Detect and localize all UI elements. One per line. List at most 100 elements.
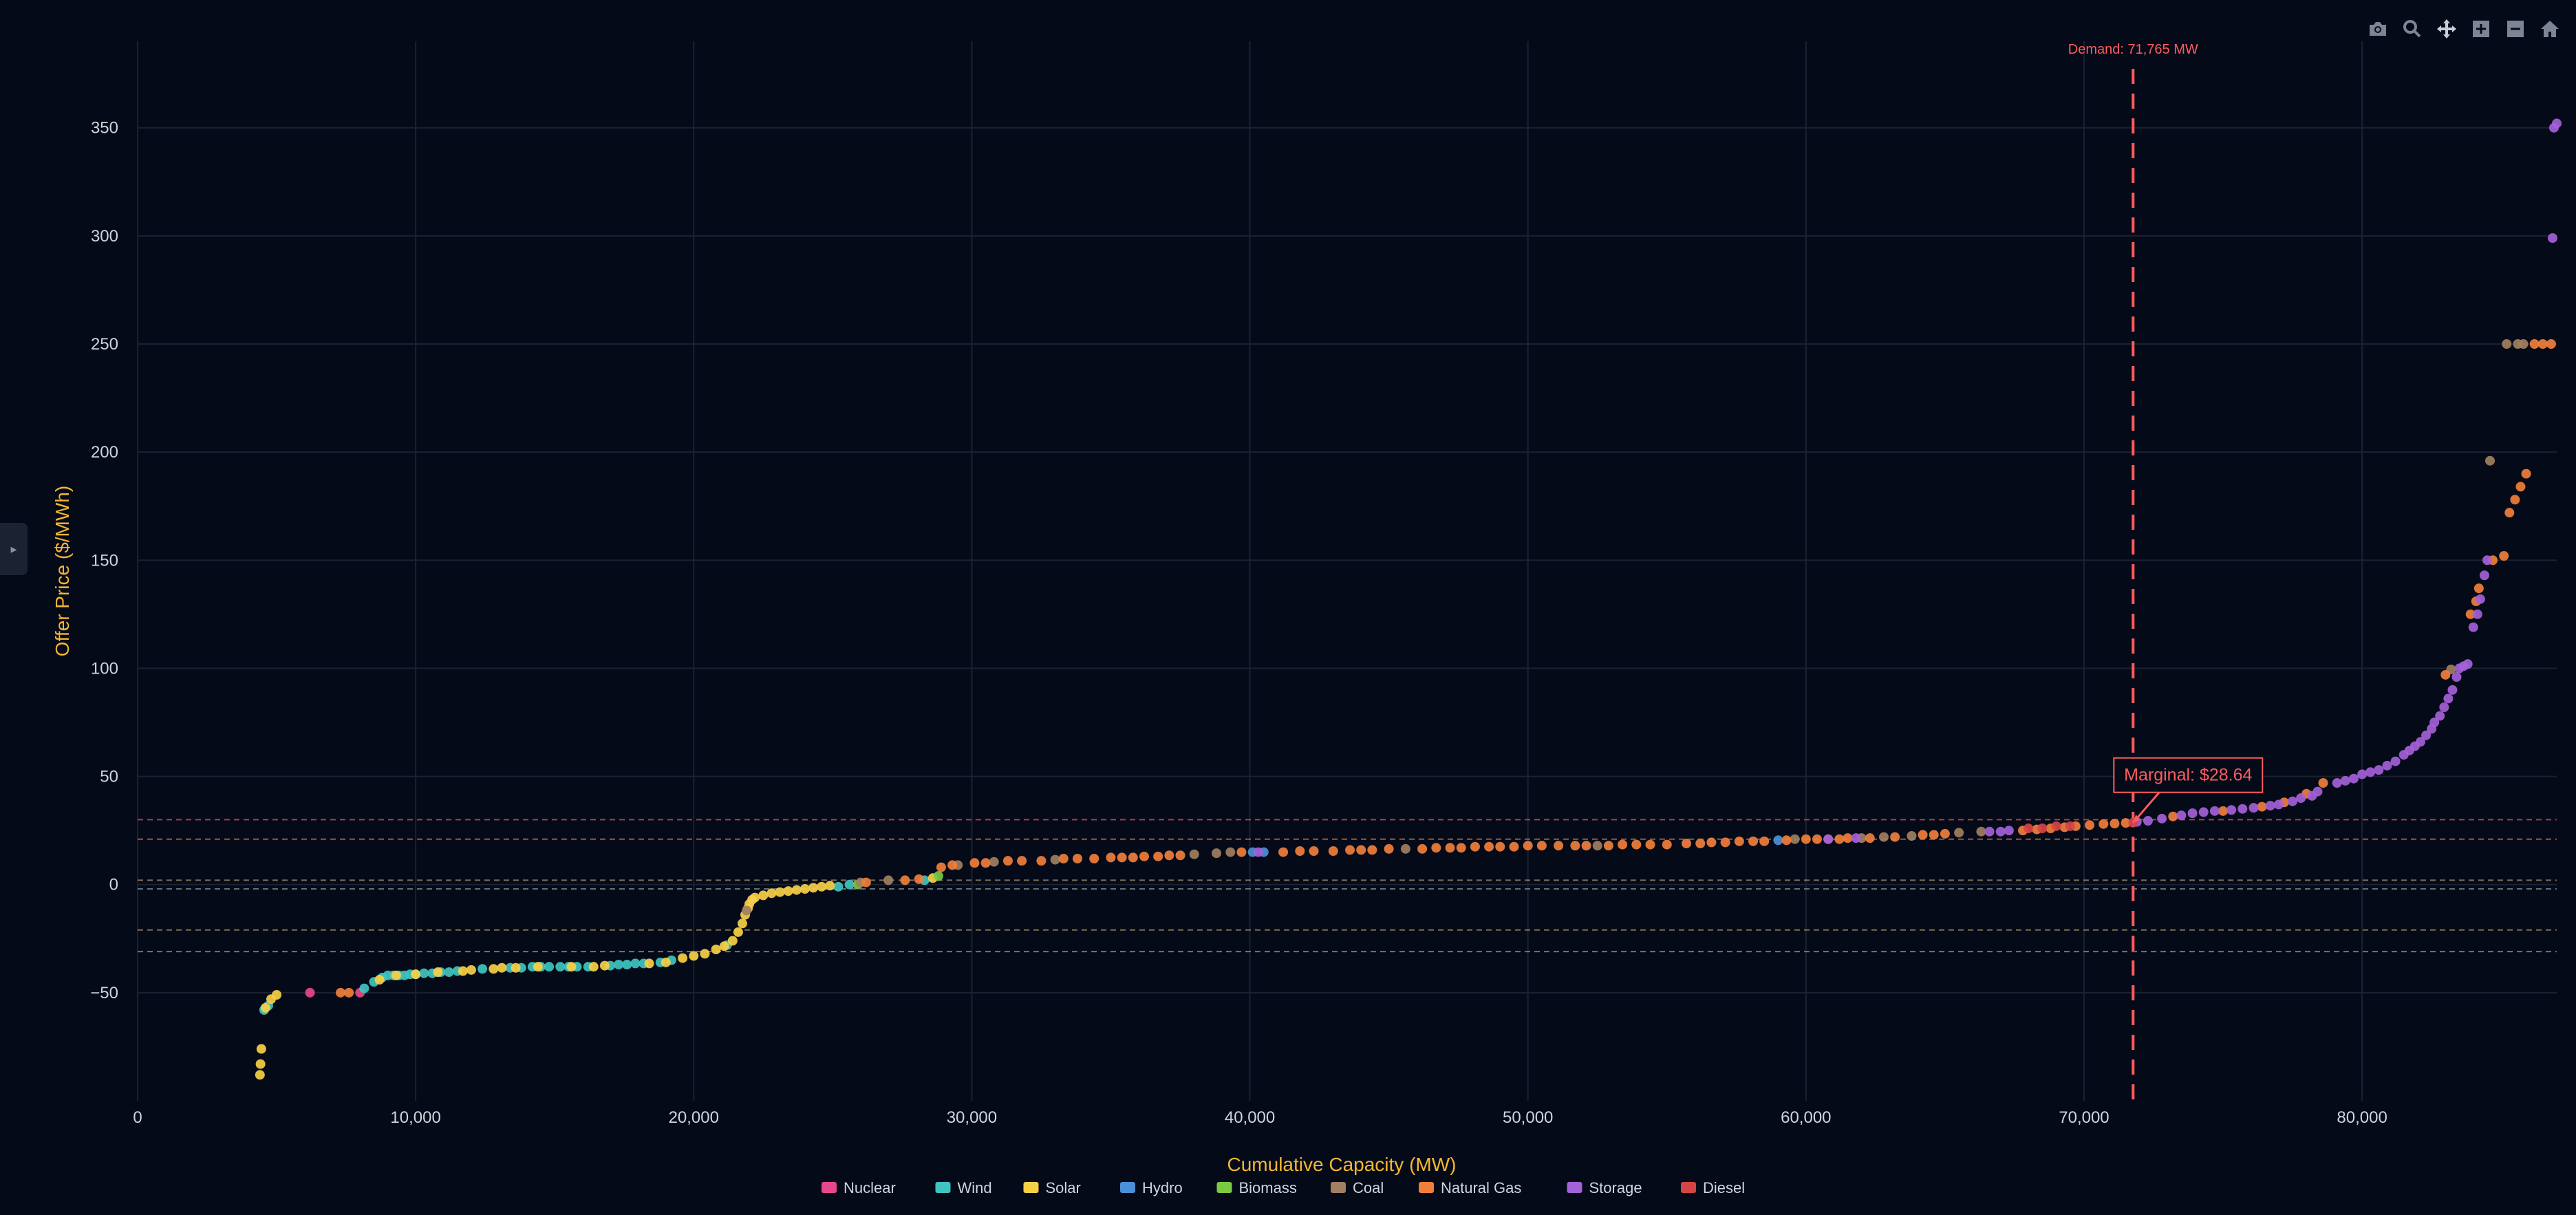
data-point-natural-gas[interactable]: [1554, 841, 1564, 851]
data-point-natural-gas[interactable]: [1748, 836, 1759, 846]
data-point-natural-gas[interactable]: [1495, 841, 1505, 852]
camera-icon[interactable]: [2365, 17, 2390, 41]
data-point-solar[interactable]: [727, 936, 738, 946]
data-point-natural-gas[interactable]: [1367, 845, 1377, 855]
data-point-natural-gas[interactable]: [1523, 841, 1533, 851]
data-point-solar[interactable]: [791, 885, 802, 895]
data-point-storage[interactable]: [2468, 622, 2478, 632]
data-point-wind[interactable]: [477, 964, 488, 974]
zoom-out-icon[interactable]: [2503, 17, 2528, 41]
data-point-natural-gas[interactable]: [1164, 850, 1174, 861]
data-point-natural-gas[interactable]: [947, 860, 958, 870]
data-point-natural-gas[interactable]: [900, 875, 910, 885]
data-point-storage[interactable]: [1851, 833, 1861, 843]
data-point-storage[interactable]: [2273, 799, 2284, 810]
data-point-solar[interactable]: [411, 969, 421, 980]
data-point-storage[interactable]: [2439, 702, 2449, 712]
data-point-coal[interactable]: [1050, 854, 1060, 865]
data-point-natural-gas[interactable]: [1328, 846, 1338, 856]
data-point-coal[interactable]: [1225, 847, 1236, 857]
supply-curve-chart[interactable]: 0 10,000 20,000 30,000 40,000 50,000 60,000 70,…: [0, 0, 2576, 1215]
data-point-storage[interactable]: [2198, 807, 2209, 817]
data-point-solar[interactable]: [817, 881, 827, 892]
data-point-solar[interactable]: [766, 888, 777, 899]
data-point-storage[interactable]: [2248, 803, 2259, 813]
data-point-solar[interactable]: [497, 963, 507, 973]
data-point-natural-gas[interactable]: [2110, 819, 2120, 829]
legend-item-nuclear[interactable]: Nuclear: [822, 1179, 896, 1196]
data-point-natural-gas[interactable]: [2257, 802, 2267, 812]
data-point-solar[interactable]: [689, 951, 699, 961]
data-point-natural-gas[interactable]: [2168, 811, 2178, 821]
data-point-wind[interactable]: [544, 962, 555, 972]
pan-icon[interactable]: [2434, 17, 2459, 41]
data-point-natural-gas[interactable]: [1706, 837, 1717, 848]
legend-item-solar[interactable]: Solar: [1023, 1179, 1081, 1196]
data-point-natural-gas[interactable]: [2440, 669, 2451, 680]
data-point-storage[interactable]: [2187, 808, 2198, 818]
data-point-wind[interactable]: [833, 881, 844, 892]
data-point-solar[interactable]: [775, 887, 785, 897]
data-point-natural-gas[interactable]: [936, 862, 946, 872]
data-point-storage[interactable]: [2157, 813, 2167, 824]
data-point-natural-gas[interactable]: [1890, 832, 1900, 842]
data-point-natural-gas[interactable]: [980, 858, 991, 868]
data-point-storage[interactable]: [2209, 806, 2220, 816]
data-point-natural-gas[interactable]: [1865, 833, 1875, 843]
data-point-natural-gas[interactable]: [2546, 339, 2556, 349]
zoom-icon[interactable]: [2400, 17, 2425, 41]
data-point-wind[interactable]: [444, 967, 454, 977]
data-point-solar[interactable]: [711, 945, 721, 954]
data-point-natural-gas[interactable]: [1106, 852, 1116, 863]
data-point-natural-gas[interactable]: [1570, 841, 1580, 851]
data-point-storage[interactable]: [2374, 765, 2384, 775]
legend[interactable]: Nuclear Wind Solar Hydro Biomass Coal Natural …: [822, 1179, 1745, 1196]
data-point-solar[interactable]: [750, 892, 760, 903]
data-point-storage[interactable]: [2357, 769, 2368, 779]
data-point-storage[interactable]: [1253, 847, 1263, 857]
data-point-wind[interactable]: [630, 958, 641, 969]
data-point-solar[interactable]: [374, 975, 385, 985]
data-point-solar[interactable]: [808, 883, 819, 893]
data-point-natural-gas[interactable]: [1720, 837, 1730, 848]
data-point-coal[interactable]: [989, 857, 999, 867]
data-point-storage[interactable]: [2443, 693, 2454, 704]
data-point-coal[interactable]: [1790, 834, 1800, 844]
data-point-solar[interactable]: [700, 949, 710, 959]
data-point-natural-gas[interactable]: [1781, 835, 1792, 846]
data-point-coal[interactable]: [742, 905, 752, 916]
data-point-solar[interactable]: [783, 886, 793, 896]
data-point-natural-gas[interactable]: [1356, 845, 1366, 855]
data-point-natural-gas[interactable]: [1536, 841, 1547, 851]
data-point-coal[interactable]: [1976, 826, 1986, 837]
data-point-storage[interactable]: [2552, 118, 2562, 129]
data-point-wind[interactable]: [419, 968, 429, 978]
data-point-storage[interactable]: [2237, 804, 2248, 814]
data-point-natural-gas[interactable]: [344, 987, 354, 998]
data-point-natural-gas[interactable]: [2521, 469, 2531, 479]
data-point-wind[interactable]: [555, 962, 566, 972]
data-point-solar[interactable]: [458, 966, 468, 976]
data-point-storage[interactable]: [1995, 826, 2006, 837]
data-point-solar[interactable]: [511, 963, 521, 973]
data-point-natural-gas[interactable]: [861, 877, 871, 888]
data-point-solar[interactable]: [533, 962, 543, 972]
data-point-coal[interactable]: [2485, 455, 2496, 466]
data-point-solar[interactable]: [799, 884, 810, 894]
data-point-natural-gas[interactable]: [1834, 834, 1845, 844]
data-point-solar[interactable]: [255, 1070, 265, 1080]
data-point-diesel[interactable]: [2051, 821, 2061, 831]
data-point-coal[interactable]: [1907, 831, 1917, 841]
data-point-natural-gas[interactable]: [2318, 778, 2328, 788]
data-point-solar[interactable]: [678, 953, 688, 963]
legend-item-biomass[interactable]: Biomass: [1216, 1179, 1297, 1196]
data-point-natural-gas[interactable]: [1801, 834, 1811, 844]
data-point-storage[interactable]: [2482, 555, 2492, 566]
data-point-natural-gas[interactable]: [1645, 839, 1655, 850]
data-point-solar[interactable]: [255, 1059, 266, 1069]
data-point-natural-gas[interactable]: [1153, 851, 1163, 861]
data-point-natural-gas[interactable]: [1456, 843, 1466, 853]
data-point-natural-gas[interactable]: [1682, 839, 1692, 848]
data-point-natural-gas[interactable]: [1278, 847, 1289, 857]
data-point-natural-gas[interactable]: [1812, 834, 1822, 844]
